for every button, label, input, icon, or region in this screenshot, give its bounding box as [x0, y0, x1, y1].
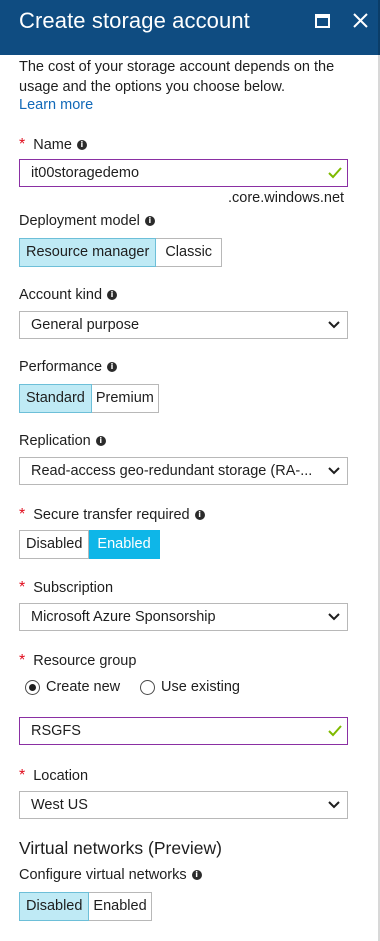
chevron-down-icon	[328, 801, 340, 809]
deployment-model-label: Deployment model i	[19, 213, 155, 229]
info-icon[interactable]: i	[144, 216, 155, 226]
vnet-option-enabled[interactable]: Enabled	[89, 892, 152, 921]
account-kind-label: Account kind i	[19, 287, 118, 303]
blade-header: Create storage account	[0, 0, 380, 55]
close-button[interactable]	[350, 11, 372, 33]
performance-label: Performance i	[19, 359, 118, 375]
info-icon[interactable]: i	[107, 290, 118, 300]
location-label: * Location	[19, 767, 89, 784]
configure-vnet-label: Configure virtual networks i	[19, 867, 202, 883]
chevron-down-icon	[328, 321, 340, 329]
valid-check-icon	[328, 167, 342, 179]
deployment-option-resource-manager[interactable]: Resource manager	[19, 238, 157, 267]
name-label: * Name i	[19, 136, 87, 154]
info-icon[interactable]: i	[95, 436, 106, 446]
resource-group-input[interactable]: RSGFS	[19, 717, 348, 745]
performance-option-premium[interactable]: Premium	[91, 384, 159, 413]
learn-more-link[interactable]: Learn more	[19, 97, 93, 113]
vnet-option-disabled[interactable]: Disabled	[19, 892, 90, 921]
replication-dropdown[interactable]: Read-access geo-redundant storage (RA-..…	[19, 457, 348, 485]
deployment-model-toggle: Resource manager Classic	[19, 238, 223, 267]
chevron-down-icon	[328, 467, 340, 475]
close-icon	[353, 13, 368, 28]
name-input[interactable]: it00storagedemo	[19, 159, 348, 187]
radio-use-existing[interactable]: Use existing	[140, 679, 240, 695]
deployment-option-classic[interactable]: Classic	[156, 238, 223, 267]
resource-group-label: * Resource group	[19, 652, 137, 669]
blade-title: Create storage account	[19, 8, 250, 33]
info-icon[interactable]: i	[76, 140, 87, 150]
performance-toggle: Standard Premium	[19, 384, 159, 413]
chevron-down-icon	[328, 613, 340, 621]
radio-selected-icon	[25, 679, 40, 695]
required-asterisk: *	[19, 136, 26, 153]
location-dropdown[interactable]: West US	[19, 791, 348, 819]
secure-transfer-option-enabled[interactable]: Enabled	[89, 530, 160, 559]
virtual-networks-section-title: Virtual networks (Preview)	[19, 838, 222, 858]
radio-unselected-icon	[140, 679, 155, 695]
secure-transfer-option-disabled[interactable]: Disabled	[19, 530, 90, 559]
vnet-toggle: Disabled Enabled	[19, 892, 152, 921]
info-icon[interactable]: i	[191, 870, 202, 880]
valid-check-icon	[328, 725, 342, 737]
maximize-icon	[315, 14, 330, 28]
required-asterisk: *	[19, 652, 26, 669]
maximize-button[interactable]	[312, 11, 334, 33]
required-asterisk: *	[19, 506, 26, 523]
info-icon[interactable]: i	[194, 510, 205, 520]
info-icon[interactable]: i	[107, 362, 118, 372]
performance-option-standard[interactable]: Standard	[19, 384, 92, 413]
intro-text: The cost of your storage account depends…	[19, 59, 335, 95]
radio-create-new[interactable]: Create new	[25, 679, 120, 695]
account-kind-dropdown[interactable]: General purpose	[19, 311, 348, 339]
subscription-dropdown[interactable]: Microsoft Azure Sponsorship	[19, 603, 348, 631]
replication-label: Replication i	[19, 433, 106, 449]
name-domain-suffix: .core.windows.net	[228, 190, 345, 206]
required-asterisk: *	[19, 579, 26, 596]
subscription-label: * Subscription	[19, 579, 114, 596]
required-asterisk: *	[19, 767, 26, 784]
secure-transfer-toggle: Disabled Enabled	[19, 530, 160, 559]
secure-transfer-label: * Secure transfer required i	[19, 506, 205, 524]
